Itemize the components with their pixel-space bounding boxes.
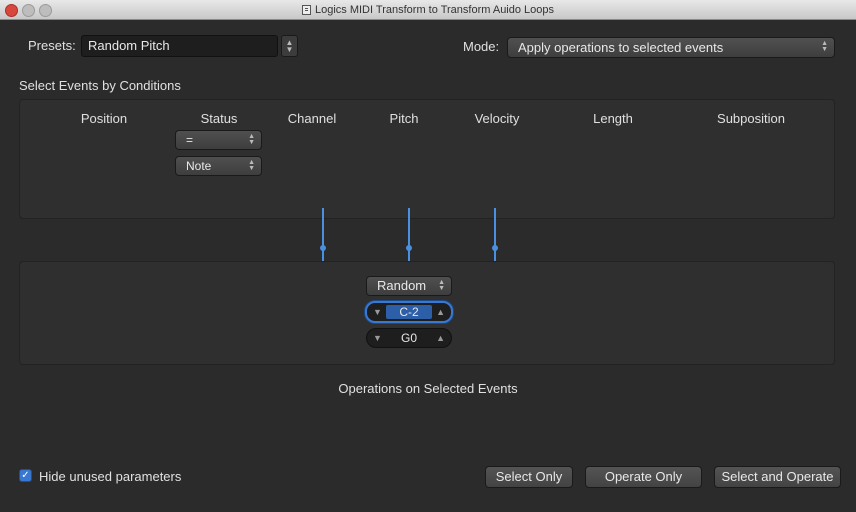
- triangle-down-icon[interactable]: ▼: [373, 307, 382, 317]
- conditions-panel: [19, 99, 835, 219]
- status-operator-popup[interactable]: = ▲ ▼: [175, 130, 262, 150]
- triangle-up-icon[interactable]: ▲: [436, 307, 445, 317]
- connector-dot-velocity: [492, 245, 498, 251]
- column-header-pitch: Pitch: [389, 111, 419, 126]
- pitch-operation-popup[interactable]: Random ▲ ▼: [366, 276, 452, 296]
- up-down-arrows-icon: ▲ ▼: [821, 40, 828, 53]
- pitch-operation-value: Random: [377, 278, 427, 293]
- up-down-arrows-icon: ▲ ▼: [438, 279, 445, 292]
- column-header-position: Position: [80, 111, 128, 126]
- select-and-operate-button[interactable]: Select and Operate: [714, 466, 841, 488]
- checkmark-icon: ✓: [21, 470, 30, 481]
- column-header-length: Length: [593, 111, 633, 126]
- connector-pitch: [408, 208, 410, 268]
- column-header-velocity: Velocity: [474, 111, 520, 126]
- presets-label: Presets:: [28, 38, 76, 53]
- connector-channel: [322, 208, 324, 268]
- connector-velocity: [494, 208, 496, 268]
- presets-stepper[interactable]: ▲ ▼: [281, 35, 298, 57]
- pitch-value-2[interactable]: G0: [382, 331, 436, 345]
- chevron-down-icon: ▼: [285, 45, 294, 54]
- connector-dot-channel: [320, 245, 326, 251]
- operations-section-title: Operations on Selected Events: [338, 381, 518, 396]
- mode-label: Mode:: [463, 39, 500, 54]
- conditions-section-title: Select Events by Conditions: [19, 78, 181, 93]
- mode-popup[interactable]: Apply operations to selected events ▲ ▼: [507, 37, 835, 58]
- window-title: Logics MIDI Transform to Transform Auido…: [314, 3, 555, 16]
- hide-unused-checkbox[interactable]: ✓: [19, 469, 32, 482]
- up-down-arrows-icon: ▲ ▼: [248, 159, 255, 172]
- status-value: Note: [186, 159, 212, 173]
- select-only-button[interactable]: Select Only: [485, 466, 573, 488]
- connector-dot-pitch: [406, 245, 412, 251]
- status-operator-value: =: [186, 133, 194, 147]
- column-header-status: Status: [200, 111, 238, 126]
- column-header-channel: Channel: [287, 111, 337, 126]
- presets-field[interactable]: Random Pitch: [81, 35, 278, 57]
- pitch-value-2-spinner[interactable]: ▼ G0 ▲: [366, 328, 452, 348]
- operate-only-button[interactable]: Operate Only: [585, 466, 702, 488]
- up-down-arrows-icon: ▲ ▼: [248, 133, 255, 146]
- triangle-down-icon[interactable]: ▼: [373, 333, 382, 343]
- column-header-subposition: Subposition: [717, 111, 785, 126]
- mode-value: Apply operations to selected events: [518, 40, 724, 55]
- hide-unused-label[interactable]: Hide unused parameters: [39, 469, 181, 484]
- pitch-value-1[interactable]: C-2: [385, 305, 433, 319]
- document-icon: [301, 4, 311, 15]
- title-bar: Logics MIDI Transform to Transform Auido…: [0, 0, 856, 20]
- triangle-up-icon[interactable]: ▲: [436, 333, 445, 343]
- window-title-group: Logics MIDI Transform to Transform Auido…: [0, 0, 856, 19]
- pitch-value-1-spinner[interactable]: ▼ C-2 ▲: [365, 301, 453, 323]
- status-value-popup[interactable]: Note ▲ ▼: [175, 156, 262, 176]
